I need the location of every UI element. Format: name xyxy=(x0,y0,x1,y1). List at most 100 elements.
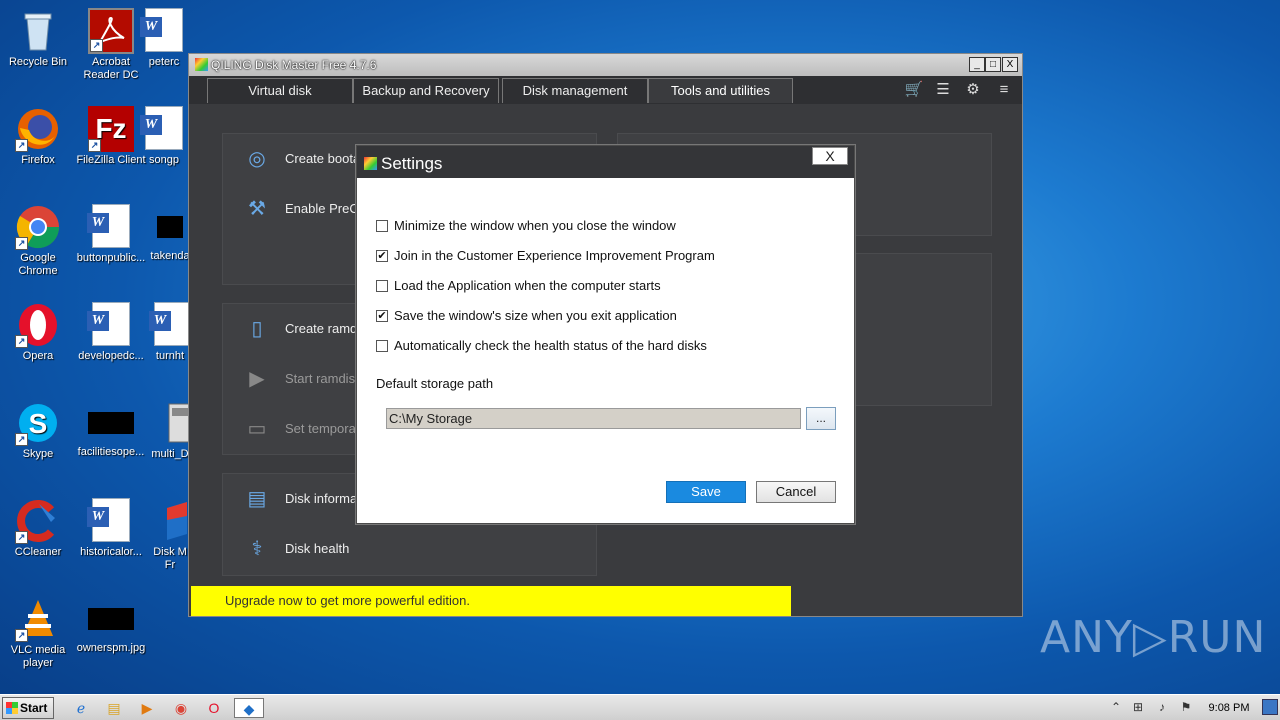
storage-path-label: Default storage path xyxy=(376,376,494,391)
show-desktop-button[interactable] xyxy=(1262,699,1278,715)
checkbox[interactable] xyxy=(376,280,388,292)
maximize-button[interactable]: □ xyxy=(985,57,1001,72)
browse-button[interactable]: ... xyxy=(806,407,836,430)
opera-icon: ↗ xyxy=(15,302,61,348)
chevron-up-icon[interactable]: ⌃ xyxy=(1108,699,1124,715)
desktop-icon-label: VLC media player xyxy=(10,644,66,669)
desktop-icon-takenda[interactable]: takenda xyxy=(148,204,192,263)
list-icon[interactable]: ☰ xyxy=(933,81,953,99)
desktop-icon-label: peterc xyxy=(148,56,180,68)
item-label: Enable PreO xyxy=(285,201,360,216)
desktop-icon-multi[interactable]: multi_D xyxy=(150,400,192,461)
item-label: Set tempora xyxy=(285,421,356,436)
desktop-icon-vlc[interactable]: ↗ VLC media player xyxy=(0,596,76,670)
desktop-icon-label: CCleaner xyxy=(14,546,62,558)
desktop-icon-disk-master[interactable]: Disk M Fr xyxy=(152,498,188,572)
svg-text:S: S xyxy=(29,408,48,439)
save-button[interactable]: Save xyxy=(666,481,746,503)
cancel-button[interactable]: Cancel xyxy=(756,481,836,503)
option-check-disk-health[interactable]: Automatically check the health status of… xyxy=(376,336,707,356)
app-titlebar[interactable]: QILING Disk Master Free 4.7.6 _ □ X xyxy=(189,54,1022,76)
close-button[interactable]: X xyxy=(1002,57,1018,72)
desktop-icon-buttonpublic[interactable]: W buttonpublic... xyxy=(73,204,149,265)
desktop-icon-filezilla[interactable]: Fz ↗ FileZilla Client xyxy=(73,106,149,167)
tab-bar: Virtual disk Backup and Recovery Disk ma… xyxy=(189,76,1022,104)
start-button[interactable]: Start xyxy=(2,697,54,719)
desktop-icon-label: historicalor... xyxy=(80,546,142,558)
storage-path-input[interactable] xyxy=(386,408,801,429)
option-minimize-on-close[interactable]: Minimize the window when you close the w… xyxy=(376,216,676,236)
tools-icon: ⚒ xyxy=(248,198,266,220)
explorer-icon[interactable]: ▤ xyxy=(103,698,125,718)
cart-icon[interactable]: 🛒 xyxy=(904,81,924,99)
option-ceip[interactable]: ✔ Join in the Customer Experience Improv… xyxy=(376,246,715,266)
vlc-icon: ↗ xyxy=(15,596,61,642)
desktop-icon-label: Google Chrome xyxy=(18,252,58,277)
item-label: Disk informa xyxy=(285,491,358,506)
gear-icon[interactable]: ⚙ xyxy=(963,81,983,99)
option-label: Minimize the window when you close the w… xyxy=(394,218,676,233)
sd-card-icon: ▯ xyxy=(251,318,263,340)
create-ramdisk-item[interactable]: ▯ Create ramd xyxy=(243,314,357,344)
option-label: Load the Application when the computer s… xyxy=(394,278,661,293)
desktop-icon-recycle-bin[interactable]: Recycle Bin xyxy=(0,8,76,69)
tab-backup-recovery[interactable]: Backup and Recovery xyxy=(353,78,499,103)
app-title: QILING Disk Master Free 4.7.6 xyxy=(211,58,377,72)
item-label: Start ramdis xyxy=(285,371,356,386)
ie-icon[interactable]: ℯ xyxy=(70,698,92,718)
desktop-icon-ownerspm[interactable]: ownerspm.jpg xyxy=(73,596,149,655)
enable-preos-item[interactable]: ⚒ Enable PreO xyxy=(243,194,359,224)
play-icon: ▶ xyxy=(249,368,265,390)
set-temporary-item[interactable]: ▭ Set tempora xyxy=(243,414,356,444)
desktop-icon-acrobat[interactable]: ↗ Acrobat Reader DC xyxy=(73,8,149,82)
filezilla-icon: Fz ↗ xyxy=(88,106,134,152)
desktop-icon-chrome[interactable]: ↗ Google Chrome xyxy=(0,204,76,278)
tab-disk-management[interactable]: Disk management xyxy=(502,78,648,103)
clock[interactable]: 9:08 PM xyxy=(1200,695,1258,720)
desktop-icon-peterc[interactable]: W peterc xyxy=(140,8,188,69)
anyrun-watermark: ANY▷RUN xyxy=(1040,612,1267,663)
disk-health-item[interactable]: ⚕ Disk health xyxy=(243,534,350,564)
qiling-logo-icon xyxy=(364,157,377,170)
checkbox[interactable]: ✔ xyxy=(376,310,388,322)
desktop-icon-label: Opera xyxy=(22,350,54,362)
chrome-icon[interactable]: ◉ xyxy=(170,698,192,718)
disk-information-item[interactable]: ▤ Disk informa xyxy=(243,484,358,514)
opera-icon[interactable]: O xyxy=(203,698,225,718)
speaker-icon[interactable]: ♪ xyxy=(1154,699,1170,715)
desktop-icon-facilitiesope[interactable]: facilitiesope... xyxy=(73,400,149,459)
desktop-icon-ccleaner[interactable]: ↗ CCleaner xyxy=(0,498,76,559)
create-bootable-item[interactable]: ◎ Create boota xyxy=(243,144,360,174)
desktop-icon-songp[interactable]: W songp xyxy=(140,106,188,167)
option-label: Save the window's size when you exit app… xyxy=(394,308,677,323)
upgrade-banner[interactable]: Upgrade now to get more powerful edition… xyxy=(191,586,791,616)
desktop-icon-label: Recycle Bin xyxy=(8,56,68,68)
qiling-icon[interactable]: ◆ xyxy=(234,698,264,718)
black-file-icon xyxy=(88,412,134,434)
start-ramdisk-item[interactable]: ▶ Start ramdis xyxy=(243,364,355,394)
menu-icon[interactable]: ≡ xyxy=(994,81,1014,99)
item-label: Disk health xyxy=(285,541,350,556)
media-player-icon[interactable]: ▶ xyxy=(136,698,158,718)
settings-titlebar[interactable]: Settings X xyxy=(357,146,854,178)
desktop-icon-skype[interactable]: S ↗ Skype xyxy=(0,400,76,461)
tab-virtual-disk[interactable]: Virtual disk xyxy=(207,78,353,103)
desktop-icon-historicalor[interactable]: W historicalor... xyxy=(73,498,149,559)
checkbox[interactable] xyxy=(376,340,388,352)
checkbox[interactable] xyxy=(376,220,388,232)
network-icon[interactable]: ⊞ xyxy=(1130,699,1146,715)
checkbox[interactable]: ✔ xyxy=(376,250,388,262)
desktop-icon-developedc[interactable]: W developedc... xyxy=(73,302,149,363)
desktop-icon-label: facilitiesope... xyxy=(77,446,145,458)
desktop-icon-opera[interactable]: ↗ Opera xyxy=(0,302,76,363)
desktop-icon-turnht[interactable]: W turnht xyxy=(149,302,192,363)
option-save-window-size[interactable]: ✔ Save the window's size when you exit a… xyxy=(376,306,677,326)
flag-icon[interactable]: ⚑ xyxy=(1178,699,1194,715)
option-load-on-startup[interactable]: Load the Application when the computer s… xyxy=(376,276,661,296)
minimize-button[interactable]: _ xyxy=(969,57,985,72)
settings-close-button[interactable]: X xyxy=(812,147,848,165)
disk-info-icon: ▤ xyxy=(247,488,267,510)
tab-tools-utilities[interactable]: Tools and utilities xyxy=(648,78,793,103)
settings-title: Settings xyxy=(381,154,443,173)
desktop-icon-firefox[interactable]: ↗ Firefox xyxy=(0,106,76,167)
